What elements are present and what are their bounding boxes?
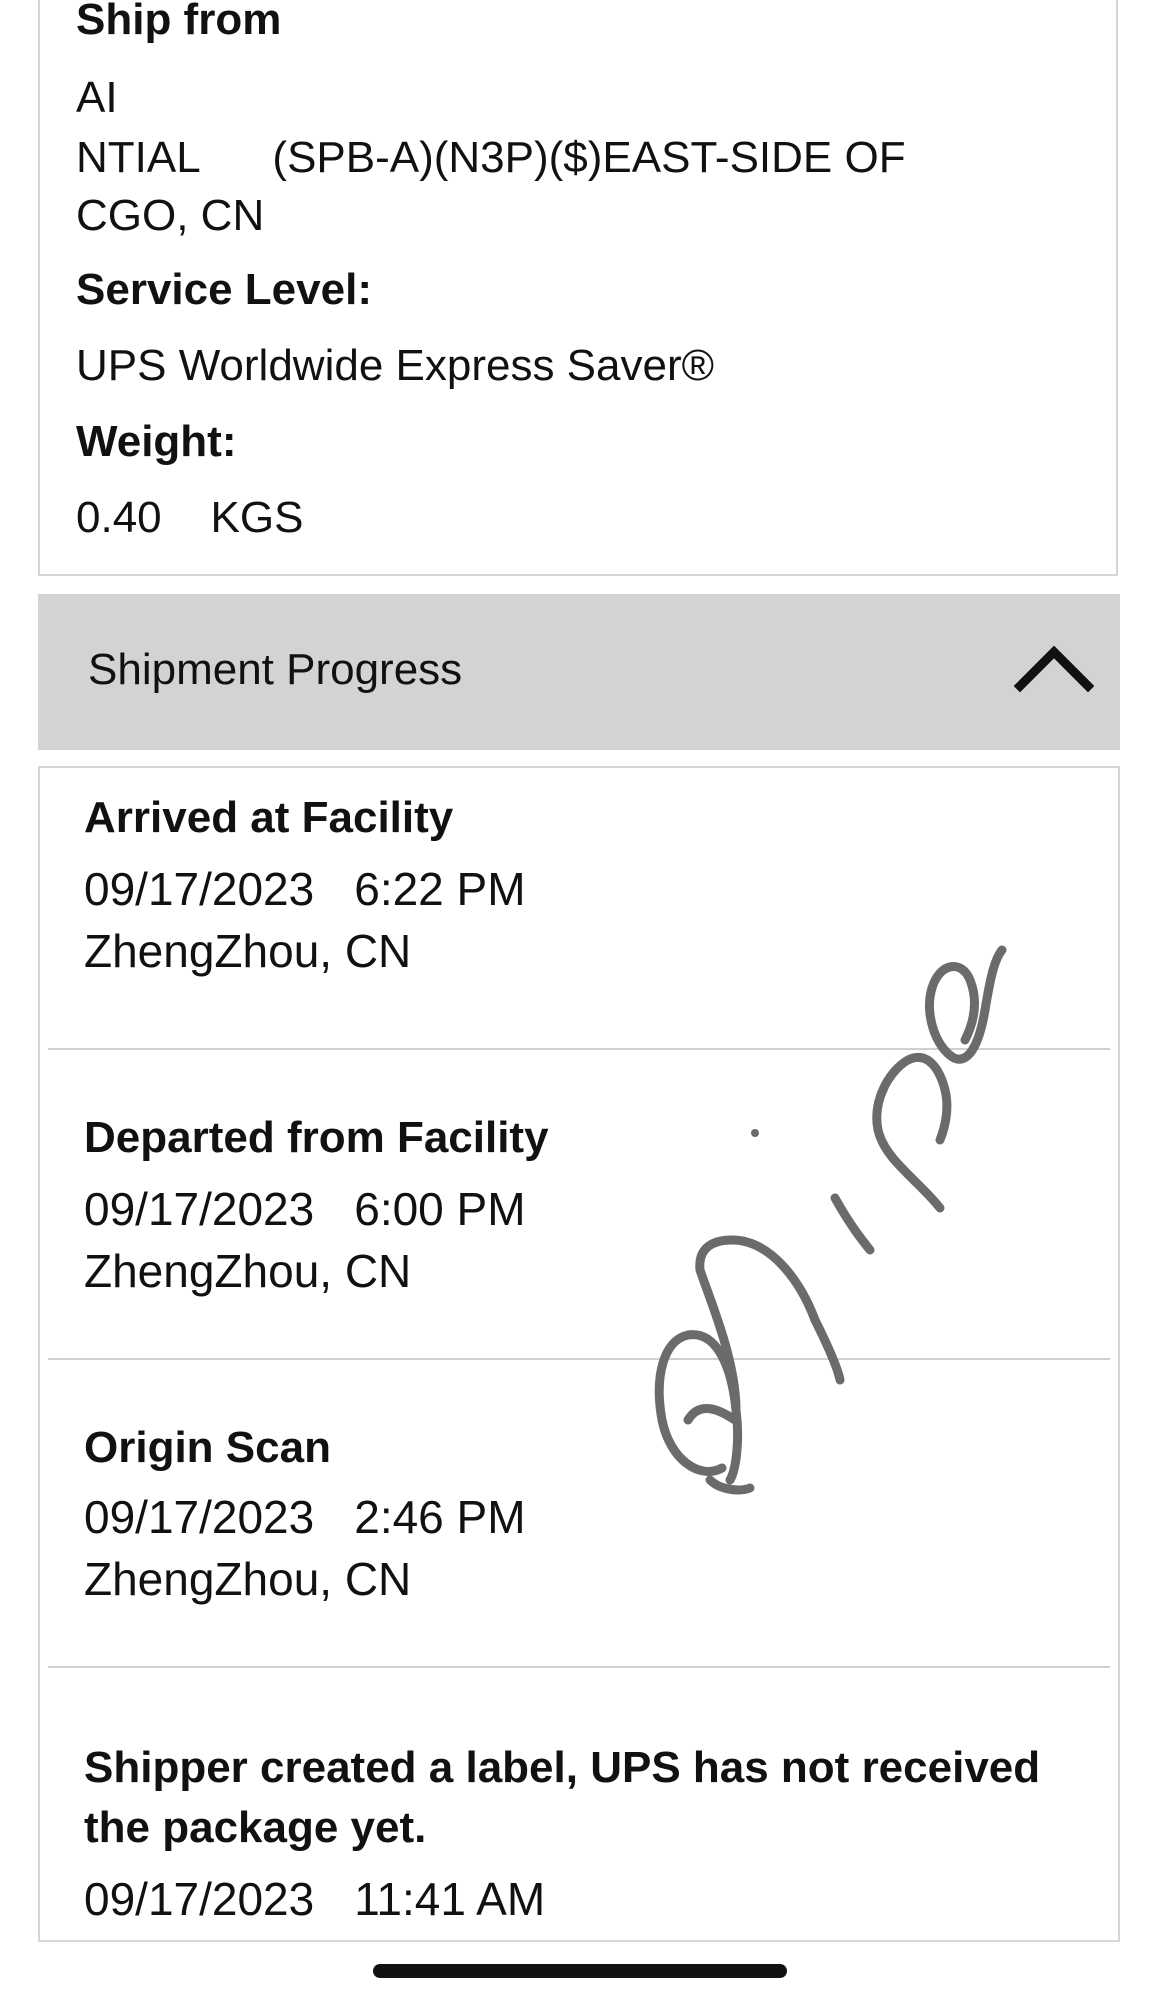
event-date: 09/17/2023 <box>84 1183 315 1235</box>
shipment-progress-title: Shipment Progress <box>88 645 463 694</box>
event-title: Origin Scan <box>84 1423 331 1472</box>
ship-from-label: Ship from <box>76 0 282 44</box>
event-item: Departed from Facility 09/17/2023 6:00 PM… <box>48 1050 1110 1360</box>
weight-label: Weight: <box>76 417 237 466</box>
event-location: ZhengZhou, CN <box>84 1553 412 1605</box>
ship-from-address-line-2: NTIAL (SPB-A)(N3P)($)EAST-SIDE OF <box>76 133 906 182</box>
event-datetime: 09/17/2023 6:00 PM <box>84 1178 526 1240</box>
event-item: Arrived at Facility 09/17/2023 6:22 PM Zh… <box>48 788 1110 1050</box>
service-level-value: UPS Worldwide Express Saver® <box>76 341 715 390</box>
event-date: 09/17/2023 <box>84 863 315 915</box>
event-title: Departed from Facility <box>84 1113 549 1162</box>
event-item: Shipper created a label, UPS has not rec… <box>48 1668 1110 1938</box>
shipment-events-list: Arrived at Facility 09/17/2023 6:22 PM Zh… <box>38 766 1120 1942</box>
event-time: 6:22 PM <box>354 863 526 915</box>
event-title: Arrived at Facility <box>84 793 454 842</box>
service-level-label: Service Level: <box>76 265 372 314</box>
event-datetime: 09/17/2023 11:41 AM <box>84 1868 545 1930</box>
event-location: ZhengZhou, CN <box>84 1245 412 1297</box>
shipment-details-card: Ship from AI NTIAL (SPB-A)(N3P)($)EAST-S… <box>38 0 1118 576</box>
home-indicator[interactable] <box>373 1964 787 1978</box>
event-date: 09/17/2023 <box>84 1873 315 1925</box>
event-location: ZhengZhou, CN <box>84 925 412 977</box>
event-datetime: 09/17/2023 2:46 PM <box>84 1486 526 1548</box>
ship-from-address-line-3: CGO, CN <box>76 191 265 240</box>
event-title: Shipper created a label, UPS has not rec… <box>84 1743 1041 1852</box>
shipment-progress-header[interactable]: Shipment Progress <box>38 594 1120 750</box>
event-time: 6:00 PM <box>354 1183 526 1235</box>
event-item: Origin Scan 09/17/2023 2:46 PM ZhengZhou,… <box>48 1360 1110 1668</box>
weight-value: 0.40 KGS <box>76 493 304 542</box>
event-date: 09/17/2023 <box>84 1491 315 1543</box>
event-time: 11:41 AM <box>354 1873 546 1925</box>
ship-from-address-line-1: AI <box>76 73 118 122</box>
event-datetime: 09/17/2023 6:22 PM <box>84 858 526 920</box>
event-time: 2:46 PM <box>354 1491 526 1543</box>
chevron-up-icon[interactable] <box>1014 640 1094 700</box>
